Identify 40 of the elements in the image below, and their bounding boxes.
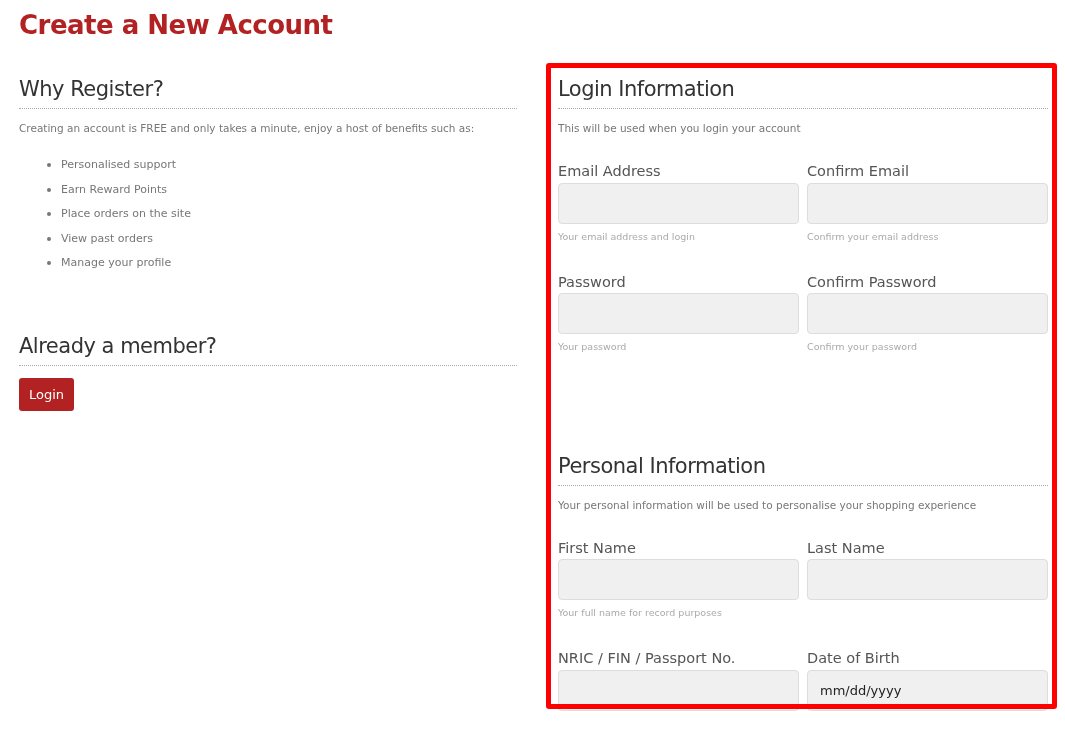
bullet-icon: [47, 236, 51, 241]
benefit-item: Earn Reward Points: [61, 181, 167, 198]
benefit-item: Manage your profile: [61, 255, 172, 272]
input-field[interactable]: [807, 292, 1048, 334]
input-field[interactable]: [807, 559, 1048, 601]
section-heading: Already a member?: [19, 333, 517, 366]
field-label: Confirm Password: [807, 273, 938, 291]
section-description: Your personal information will be used to personalise your shopping experience: [558, 498, 978, 514]
field-label: Password: [558, 273, 627, 291]
intro-text: Creating an account is FREE and only takes a minute, enjoy a host of benefits such as:: [19, 121, 476, 137]
field-label: Date of Birth: [807, 650, 901, 668]
field-label: Confirm Email: [807, 163, 910, 181]
field-label: Email Address: [558, 163, 662, 181]
benefit-item: View past orders: [61, 230, 153, 247]
help-text: Your password: [558, 339, 628, 354]
help-text: Your full name for record purposes: [558, 606, 723, 621]
section-heading: Personal Information: [558, 453, 1048, 487]
field-label: Last Name: [807, 539, 886, 558]
bullet-icon: [47, 187, 51, 192]
benefit-item: Place orders on the site: [61, 206, 191, 223]
section-heading: Why Register?: [19, 77, 517, 110]
input-field[interactable]: [558, 669, 799, 711]
page-title: Create a New Account: [19, 10, 334, 42]
input-field[interactable]: mm/dd/yyyy: [807, 669, 1048, 711]
help-text: Confirm your email address: [807, 229, 940, 244]
input-field[interactable]: [558, 559, 799, 601]
bullet-icon: [47, 261, 51, 266]
login-button[interactable]: Login: [19, 377, 75, 412]
bullet-icon: [47, 163, 51, 168]
help-text: Your email address and login: [558, 229, 696, 244]
section-heading: Login Information: [558, 77, 1048, 110]
help-text: Confirm your password: [807, 339, 918, 354]
section-description: This will be used when you login your account: [558, 121, 802, 137]
field-label: First Name: [558, 539, 637, 558]
input-field[interactable]: [558, 182, 799, 224]
input-field[interactable]: [558, 292, 799, 334]
field-label: NRIC / FIN / Passport No.: [558, 650, 737, 668]
bullet-icon: [47, 212, 51, 217]
input-field[interactable]: [807, 182, 1048, 224]
benefit-item: Personalised support: [61, 157, 177, 174]
